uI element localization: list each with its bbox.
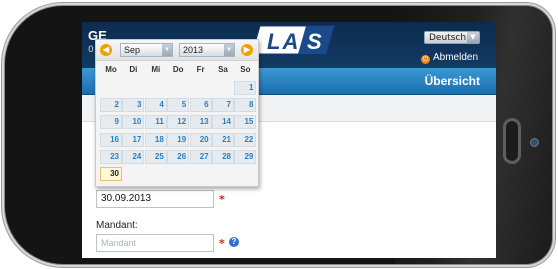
camera-icon	[531, 139, 538, 146]
day-cell[interactable]: 11	[144, 115, 167, 130]
language-select-value: Deutsch	[429, 33, 467, 43]
weekday-label: Do	[172, 65, 184, 74]
datepicker-header: ◀ Sep ▼ 2013 ▼ ▶	[96, 40, 258, 61]
day-cell[interactable]: 26	[167, 149, 190, 164]
day-cell-empty	[145, 81, 167, 95]
day-cell[interactable]: 25	[144, 149, 167, 164]
app-subtitle: 0	[88, 45, 94, 55]
weekday-label: Mo	[105, 65, 117, 74]
day-cell[interactable]: 24	[122, 149, 145, 164]
day-cell[interactable]: 13	[189, 115, 212, 130]
weekday-label: Di	[129, 65, 138, 74]
month-select[interactable]: Sep ▼	[120, 43, 173, 57]
day-cell[interactable]: 2	[100, 98, 122, 113]
year-select-value: 2013	[183, 45, 204, 55]
next-month-icon[interactable]: ▶	[241, 44, 253, 56]
datepicker: ◀ Sep ▼ 2013 ▼ ▶ Mo Di Mi Do Fr Sa So 12345678…	[95, 39, 259, 187]
day-cell[interactable]: 7	[212, 98, 234, 113]
year-select[interactable]: 2013 ▼	[179, 43, 235, 57]
date-field[interactable]: 30.09.2013	[96, 190, 214, 208]
logo-text: LA	[267, 29, 300, 54]
language-select[interactable]: Deutsch ▼	[424, 31, 480, 44]
required-marker: *	[219, 193, 225, 206]
day-cell[interactable]: 16	[100, 132, 122, 147]
day-grid: 1 2 3 4 5 6 7 8 9 10 11 12 13 14 15 16 17 18 19 20 21 22 23 24 2…	[100, 81, 258, 186]
day-cell[interactable]: 6	[189, 98, 212, 113]
chevron-down-icon: ▼	[467, 32, 479, 43]
day-cell[interactable]: 30	[100, 167, 122, 181]
day-cell[interactable]: 3	[122, 98, 145, 113]
day-cell-empty	[212, 81, 234, 95]
day-cell[interactable]: 12	[167, 115, 190, 130]
chevron-down-icon: ▼	[224, 44, 234, 56]
day-cell[interactable]: 22	[234, 132, 257, 147]
weekday-label: Sa	[218, 65, 228, 74]
weekday-label: Fr	[196, 65, 205, 74]
day-cell-empty	[167, 81, 189, 95]
phone-screen: GE 0 LA S Deutsch ▼ ⏻ Abmelden Übersicht …	[82, 22, 496, 258]
day-cell[interactable]: 9	[100, 115, 122, 130]
day-cell-empty	[122, 167, 144, 181]
weekday-label: So	[240, 65, 251, 74]
required-marker: *	[219, 237, 225, 250]
day-cell-empty	[122, 81, 144, 95]
power-icon: ⏻	[421, 55, 430, 64]
day-cell-empty	[212, 167, 234, 181]
day-cell[interactable]: 20	[189, 132, 212, 147]
day-cell[interactable]: 8	[234, 98, 257, 113]
month-select-value: Sep	[124, 45, 141, 55]
home-button[interactable]	[503, 118, 521, 164]
mandant-label: Mandant:	[96, 220, 138, 231]
day-cell[interactable]: 17	[122, 132, 145, 147]
day-cell-empty	[100, 81, 122, 95]
day-cell[interactable]: 5	[167, 98, 190, 113]
day-cell[interactable]: 29	[234, 149, 257, 164]
logout-label: Abmelden	[433, 52, 479, 63]
mandant-field[interactable]: Mandant	[96, 234, 214, 252]
day-cell[interactable]: 14	[212, 115, 234, 130]
prev-month-icon[interactable]: ◀	[100, 44, 112, 56]
logout-link[interactable]: ⏻ Abmelden	[421, 52, 478, 64]
day-cell-empty	[234, 167, 256, 181]
day-cell[interactable]: 28	[212, 149, 234, 164]
las-logo: LA S	[251, 25, 335, 55]
day-cell[interactable]: 15	[234, 115, 257, 130]
nav-overview-title[interactable]: Übersicht	[425, 74, 480, 88]
day-cell[interactable]: 1	[234, 81, 257, 95]
day-cell[interactable]: 23	[100, 149, 122, 164]
day-cell[interactable]: 4	[144, 98, 167, 113]
weekday-header: Mo Di Mi Do Fr Sa So	[100, 65, 258, 77]
day-cell-empty	[190, 167, 212, 181]
day-cell-empty	[190, 81, 212, 95]
day-cell[interactable]: 19	[167, 132, 190, 147]
day-cell-empty	[145, 167, 167, 181]
svg-text:S: S	[307, 29, 322, 54]
day-cell[interactable]: 18	[144, 132, 167, 147]
day-cell-empty	[167, 167, 189, 181]
help-icon[interactable]: ?	[229, 237, 239, 247]
day-cell[interactable]: 21	[212, 132, 234, 147]
weekday-label: Mi	[151, 65, 161, 74]
day-cell[interactable]: 10	[122, 115, 145, 130]
chevron-down-icon: ▼	[162, 44, 172, 56]
day-cell[interactable]: 27	[189, 149, 212, 164]
